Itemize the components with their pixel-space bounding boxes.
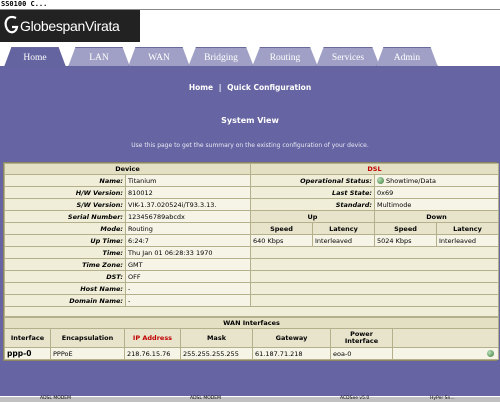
- tab-home[interactable]: Home: [4, 47, 66, 67]
- wan-col-gateway: Gateway: [252, 328, 331, 348]
- dsl-up-header: Up: [250, 210, 375, 223]
- tab-lan[interactable]: LAN: [68, 47, 130, 67]
- dsl-label: Last State:: [250, 186, 375, 199]
- dsl-blank: [249, 282, 500, 295]
- down-latency-value: Interleaved: [435, 234, 500, 247]
- device-label: Host Name:: [4, 282, 126, 295]
- system-summary-table: Device DSL Name: Titanium Operational St…: [3, 163, 500, 317]
- main-content: Home | Quick Configuration System View U…: [0, 68, 500, 402]
- device-label: S/W Version:: [4, 198, 126, 211]
- header: GlobespanVirata: [0, 10, 500, 44]
- dsl-down-header: Down: [373, 210, 500, 223]
- device-label: Time Zone:: [4, 258, 126, 271]
- wan-mask-cell: 255.255.255.255: [180, 347, 253, 360]
- up-speed-value: 640 Kbps: [250, 234, 313, 247]
- breadcrumb-current-link[interactable]: Quick Configuration: [227, 83, 311, 92]
- device-label: Mode:: [4, 222, 126, 235]
- system-view-panel: Device DSL Name: Titanium Operational St…: [3, 162, 500, 361]
- status-ok-icon: [487, 350, 495, 357]
- wan-col-status: [391, 328, 500, 348]
- breadcrumb-home-link[interactable]: Home: [189, 83, 213, 92]
- wan-section-header: WAN Interfaces: [3, 317, 500, 329]
- breadcrumb: Home | Quick Configuration: [0, 83, 500, 92]
- tab-bridging[interactable]: Bridging: [188, 47, 254, 67]
- wan-col-power: Power Interface: [330, 328, 393, 348]
- down-speed-value: 5024 Kbps: [374, 234, 437, 247]
- dsl-blank: [249, 258, 500, 271]
- dsl-blank: [249, 270, 500, 283]
- brand-logo: GlobespanVirata: [0, 10, 140, 42]
- device-label: Serial Number:: [4, 210, 126, 223]
- wan-power-cell: eoa-0: [330, 347, 393, 360]
- wan-col-encapsulation: Encapsulation: [50, 328, 125, 348]
- dsl-value: Multimode: [373, 198, 500, 211]
- taskbar-item[interactable]: ADSL MODEM: [190, 396, 221, 401]
- wan-col-mask: Mask: [180, 328, 253, 348]
- device-value: 123456789abcdx: [125, 210, 251, 223]
- dsl-label: Operational Status:: [250, 174, 375, 187]
- section-spacer: [3, 306, 500, 317]
- wan-status-cell: [391, 347, 500, 360]
- main-nav-tabs: Home LAN WAN Bridging Routing Services A…: [0, 44, 500, 68]
- device-label: Name:: [4, 174, 126, 187]
- dsl-label: Standard:: [250, 198, 375, 211]
- device-label: Up Time:: [4, 234, 126, 247]
- tab-wan[interactable]: WAN: [128, 47, 190, 67]
- down-speed-header: Speed: [374, 222, 437, 235]
- device-value: -: [125, 282, 251, 295]
- device-section-header: Device: [4, 163, 251, 175]
- logo-text: GlobespanVirata: [20, 18, 120, 34]
- device-label: Time:: [4, 246, 126, 259]
- tab-routing[interactable]: Routing: [252, 47, 318, 67]
- dsl-blank: [249, 294, 500, 307]
- device-value: OFF: [125, 270, 251, 283]
- down-latency-header: Latency: [435, 222, 500, 235]
- taskbar-item[interactable]: ADSL MODEM: [40, 396, 71, 401]
- wan-encapsulation-cell: PPPoE: [50, 347, 125, 360]
- device-label: Domain Name:: [4, 294, 126, 307]
- up-latency-header: Latency: [312, 222, 375, 235]
- dsl-value: 0x69: [373, 186, 500, 199]
- device-value: 6:24:7: [125, 234, 251, 247]
- device-value: 810012: [125, 186, 251, 199]
- device-value: Routing: [125, 222, 251, 235]
- tab-services[interactable]: Services: [316, 47, 380, 67]
- device-value: Titanium: [125, 174, 251, 187]
- dsl-section-header: DSL: [249, 163, 500, 175]
- up-latency-value: Interleaved: [312, 234, 375, 247]
- wan-interfaces-table: WAN Interfaces Interface Encapsulation I…: [3, 317, 500, 360]
- wan-ip-cell: 218.76.15.76: [124, 347, 181, 360]
- dsl-blank: [249, 246, 500, 259]
- window-title-bar: SS0100 C...: [0, 0, 500, 10]
- device-value: VIK-1.37.020524i/T93.3.13.: [125, 198, 251, 211]
- device-value: Thu Jan 01 06:28:33 1970: [125, 246, 251, 259]
- wan-gateway-cell: 61.187.71.218: [252, 347, 331, 360]
- device-label: DST:: [4, 270, 126, 283]
- wan-col-ip: IP Address: [124, 328, 181, 348]
- wan-col-interface: Interface: [4, 328, 51, 348]
- taskbar-item[interactable]: ACDSee v5.0: [340, 396, 369, 401]
- device-value: GMT: [125, 258, 251, 271]
- logo-icon: [4, 15, 19, 34]
- wan-interface-cell: ppp-0: [4, 347, 51, 360]
- page-title: System View: [221, 116, 279, 125]
- device-label: H/W Version:: [4, 186, 126, 199]
- dsl-value: Showtime/Data: [373, 174, 500, 187]
- taskbar: ADSL MODEM ADSL MODEM ACDSee v5.0 HyPer …: [0, 396, 500, 402]
- up-speed-header: Speed: [250, 222, 313, 235]
- taskbar-item[interactable]: HyPer Sn...: [430, 396, 455, 401]
- device-value: -: [125, 294, 251, 307]
- tab-admin[interactable]: Admin: [376, 47, 438, 67]
- window-title: SS0100 C...: [1, 0, 48, 8]
- breadcrumb-separator: |: [218, 83, 222, 92]
- status-ok-icon: [377, 177, 384, 184]
- page-description: Use this page to get the summary on the …: [131, 142, 369, 149]
